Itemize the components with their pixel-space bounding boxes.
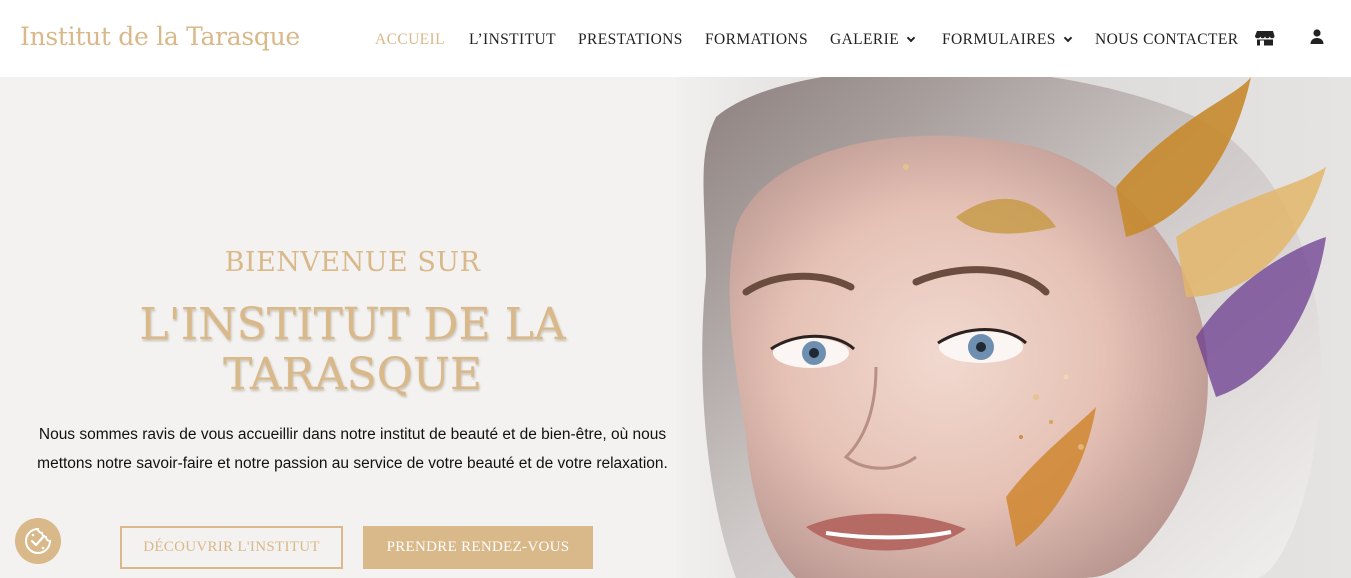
- site-logo[interactable]: Institut de la Tarasque: [20, 22, 300, 51]
- discover-institut-button[interactable]: DÉCOUVRIR L'INSTITUT: [120, 526, 343, 569]
- nav-item-contact[interactable]: NOUS CONTACTER: [1095, 31, 1238, 49]
- hero-intro-line: mettons notre savoir-faire et notre pass…: [37, 455, 668, 472]
- nav-item-label: PRESTATIONS: [578, 31, 683, 48]
- nav-item-accueil[interactable]: ACCUEIL: [375, 31, 445, 49]
- site-header: Institut de la Tarasque ACCUEIL L’INSTIT…: [0, 0, 1351, 77]
- book-appointment-button[interactable]: PRENDRE RENDEZ-VOUS: [363, 526, 593, 569]
- user-icon[interactable]: [1308, 28, 1328, 48]
- cookie-consent-icon[interactable]: [15, 518, 61, 564]
- nav-item-formulaires[interactable]: FORMULAIRES: [942, 31, 1073, 49]
- hero-intro-text: Nous sommes ravis de vous accueillir dan…: [15, 420, 690, 478]
- hero-intro-line: Nous sommes ravis de vous accueillir dan…: [38, 426, 667, 443]
- nav-item-galerie[interactable]: GALERIE: [830, 31, 916, 49]
- nav-item-prestations[interactable]: PRESTATIONS: [578, 31, 683, 49]
- hero-kicker: BIENVENUE SUR: [224, 247, 481, 278]
- hero-headline-line: L'INSTITUT DE LA: [139, 299, 566, 350]
- nav-item-label: ACCUEIL: [375, 31, 445, 48]
- nav-item-formations[interactable]: FORMATIONS: [705, 31, 808, 49]
- nav-item-label: GALERIE: [830, 31, 900, 48]
- nav-item-institut[interactable]: L’INSTITUT: [469, 31, 556, 49]
- nav-item-label: NOUS CONTACTER: [1095, 31, 1239, 48]
- hero-headline-line: TARASQUE: [222, 349, 483, 400]
- shop-icon[interactable]: [1255, 28, 1275, 48]
- hero-headline: L'INSTITUT DE LA TARASQUE: [0, 300, 705, 400]
- hero-portrait-image: [676, 77, 1351, 578]
- nav-item-label: L’INSTITUT: [469, 31, 556, 48]
- nav-item-label: FORMATIONS: [705, 31, 809, 48]
- chevron-down-icon: [1063, 33, 1073, 43]
- nav-item-label: FORMULAIRES: [942, 31, 1056, 48]
- chevron-down-icon: [906, 33, 916, 43]
